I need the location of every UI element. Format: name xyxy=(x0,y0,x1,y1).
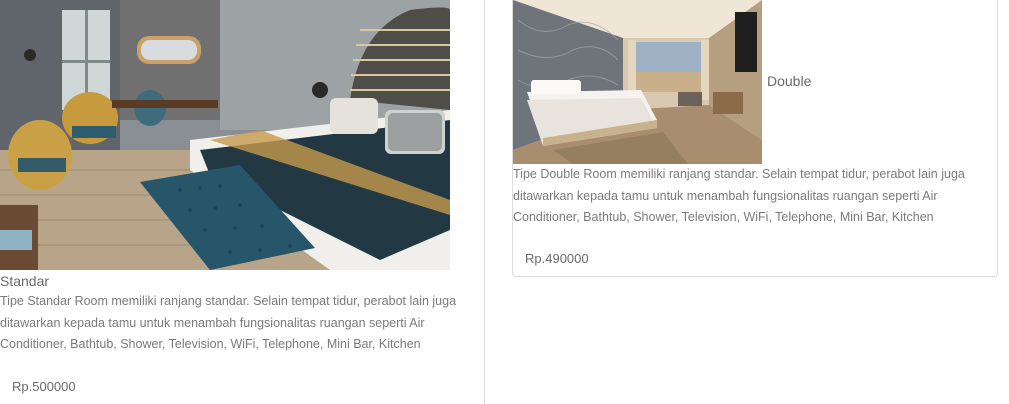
room-card-standar[interactable]: Standar Tipe Standar Room memiliki ranja… xyxy=(0,0,485,404)
bedroom-image xyxy=(513,0,762,164)
room-photo-double[interactable] xyxy=(513,0,762,164)
rooms-grid: Standar Tipe Standar Room memiliki ranja… xyxy=(0,0,1009,404)
bedroom-image xyxy=(0,0,450,270)
room-card-double[interactable]: Double Tipe Double Room memiliki ranjang… xyxy=(512,0,998,277)
room-photo-standar[interactable] xyxy=(0,0,450,270)
room-name: Double xyxy=(767,73,812,89)
room-description: Tipe Standar Room memiliki ranjang stand… xyxy=(0,294,457,351)
room-price: Rp.490000 xyxy=(525,251,589,266)
room-name: Standar xyxy=(0,273,50,289)
room-price: Rp.500000 xyxy=(12,379,76,394)
room-description: Tipe Double Room memiliki ranjang standa… xyxy=(513,167,965,224)
